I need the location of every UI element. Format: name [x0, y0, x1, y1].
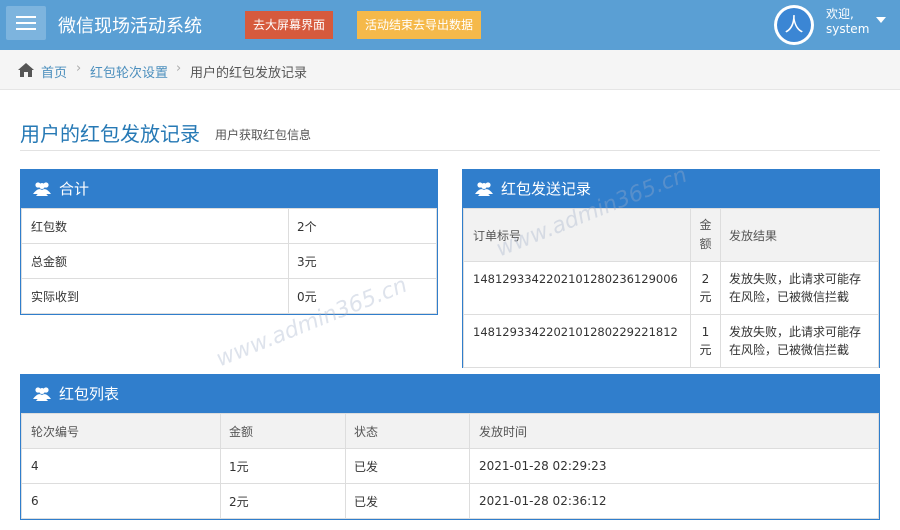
- send-records-table: 订单标号 金 额 发放结果 14812933422021012802361290…: [463, 208, 879, 368]
- user-avatar-icon: 人: [777, 8, 811, 42]
- summary-value: 3元: [288, 243, 437, 279]
- page-title: 用户的红包发放记录: [20, 122, 200, 146]
- avatar[interactable]: 人: [774, 5, 814, 45]
- column-header-order: 订单标号: [463, 208, 691, 262]
- record-result: 发放失败，此请求可能存 在风险，已被微信拦截: [720, 261, 879, 315]
- order-number: 1481293342202101280236129006: [463, 261, 691, 315]
- record-amount: 1 元: [690, 314, 721, 368]
- summary-widget-title: 合计: [59, 180, 90, 198]
- page-divider: [20, 150, 880, 151]
- table-row: 4 1元 已发 2021-01-28 02:29:23: [21, 448, 879, 484]
- send-records-widget-title: 红包发送记录: [501, 180, 592, 198]
- order-number: 1481293342202101280229221812: [463, 314, 691, 368]
- breadcrumb-round-settings-link[interactable]: 红包轮次设置: [90, 62, 168, 81]
- user-name: system: [826, 22, 870, 36]
- column-header-status: 状态: [345, 413, 470, 449]
- rounds-list-widget-header: 红包列表: [21, 375, 879, 413]
- app-brand[interactable]: 微信现场活动系统: [58, 12, 202, 38]
- column-header-amount: 金额: [220, 413, 346, 449]
- breadcrumb: 首页 › 红包轮次设置 › 用户的红包发放记录: [0, 50, 900, 90]
- table-row: 红包数 2个: [21, 208, 437, 244]
- column-header-amount: 金 额: [690, 208, 721, 262]
- breadcrumb-current: 用户的红包发放记录: [190, 66, 308, 81]
- users-icon: [33, 387, 51, 401]
- summary-label: 总金额: [21, 243, 289, 279]
- page-subtitle: 用户获取红包信息: [215, 128, 312, 142]
- table-header-row: 订单标号 金 额 发放结果: [463, 208, 879, 262]
- users-icon: [475, 182, 493, 196]
- menu-toggle-button[interactable]: [6, 6, 46, 40]
- breadcrumb-home-link[interactable]: 首页: [41, 62, 67, 81]
- caret-down-icon[interactable]: [876, 17, 886, 23]
- rounds-list-widget: 红包列表 轮次编号 金额 状态 发放时间 4 1元 已发 2021-01-28 …: [20, 374, 880, 520]
- export-data-button[interactable]: 活动结束去导出数据: [357, 11, 481, 39]
- round-time: 2021-01-28 02:29:23: [469, 448, 879, 484]
- table-row: 6 2元 已发 2021-01-28 02:36:12: [21, 483, 879, 519]
- column-header-time: 发放时间: [469, 413, 879, 449]
- table-header-row: 轮次编号 金额 状态 发放时间: [21, 413, 879, 449]
- summary-table: 红包数 2个 总金额 3元 实际收到 0元: [21, 208, 437, 314]
- send-records-widget-header: 红包发送记录: [463, 170, 879, 208]
- rounds-table: 轮次编号 金额 状态 发放时间 4 1元 已发 2021-01-28 02:29…: [21, 413, 879, 519]
- hamburger-icon: [16, 16, 36, 18]
- send-records-widget: 红包发送记录 订单标号 金 额 发放结果 1481293342202101280…: [462, 169, 880, 368]
- home-icon: [18, 63, 34, 77]
- round-time: 2021-01-28 02:36:12: [469, 483, 879, 519]
- round-amount: 1元: [220, 448, 346, 484]
- table-row: 1481293342202101280236129006 2 元 发放失败，此请…: [463, 261, 879, 315]
- summary-label: 红包数: [21, 208, 289, 244]
- top-navbar: 微信现场活动系统 去大屏幕界面 活动结束去导出数据 人 欢迎, system: [0, 0, 900, 50]
- user-greeting: 欢迎,: [826, 7, 854, 21]
- users-icon: [33, 182, 51, 196]
- round-number: 4: [21, 448, 221, 484]
- record-result: 发放失败，此请求可能存 在风险，已被微信拦截: [720, 314, 879, 368]
- round-amount: 2元: [220, 483, 346, 519]
- breadcrumb-separator-icon: ›: [76, 61, 82, 76]
- summary-value: 0元: [288, 278, 437, 314]
- record-amount: 2 元: [690, 261, 721, 315]
- table-row: 实际收到 0元: [21, 278, 437, 314]
- table-row: 总金额 3元: [21, 243, 437, 279]
- breadcrumb-separator-icon: ›: [176, 61, 182, 76]
- table-row: 1481293342202101280229221812 1 元 发放失败，此请…: [463, 314, 879, 368]
- summary-widget: 合计 红包数 2个 总金额 3元 实际收到 0元: [20, 169, 438, 315]
- summary-widget-header: 合计: [21, 170, 437, 208]
- round-number: 6: [21, 483, 221, 519]
- big-screen-button[interactable]: 去大屏幕界面: [245, 11, 333, 39]
- user-menu[interactable]: 欢迎, system: [826, 7, 869, 37]
- summary-value: 2个: [288, 208, 437, 244]
- rounds-list-widget-title: 红包列表: [59, 385, 120, 403]
- column-header-round: 轮次编号: [21, 413, 221, 449]
- round-status: 已发: [345, 483, 470, 519]
- column-header-result: 发放结果: [720, 208, 879, 262]
- summary-label: 实际收到: [21, 278, 289, 314]
- round-status: 已发: [345, 448, 470, 484]
